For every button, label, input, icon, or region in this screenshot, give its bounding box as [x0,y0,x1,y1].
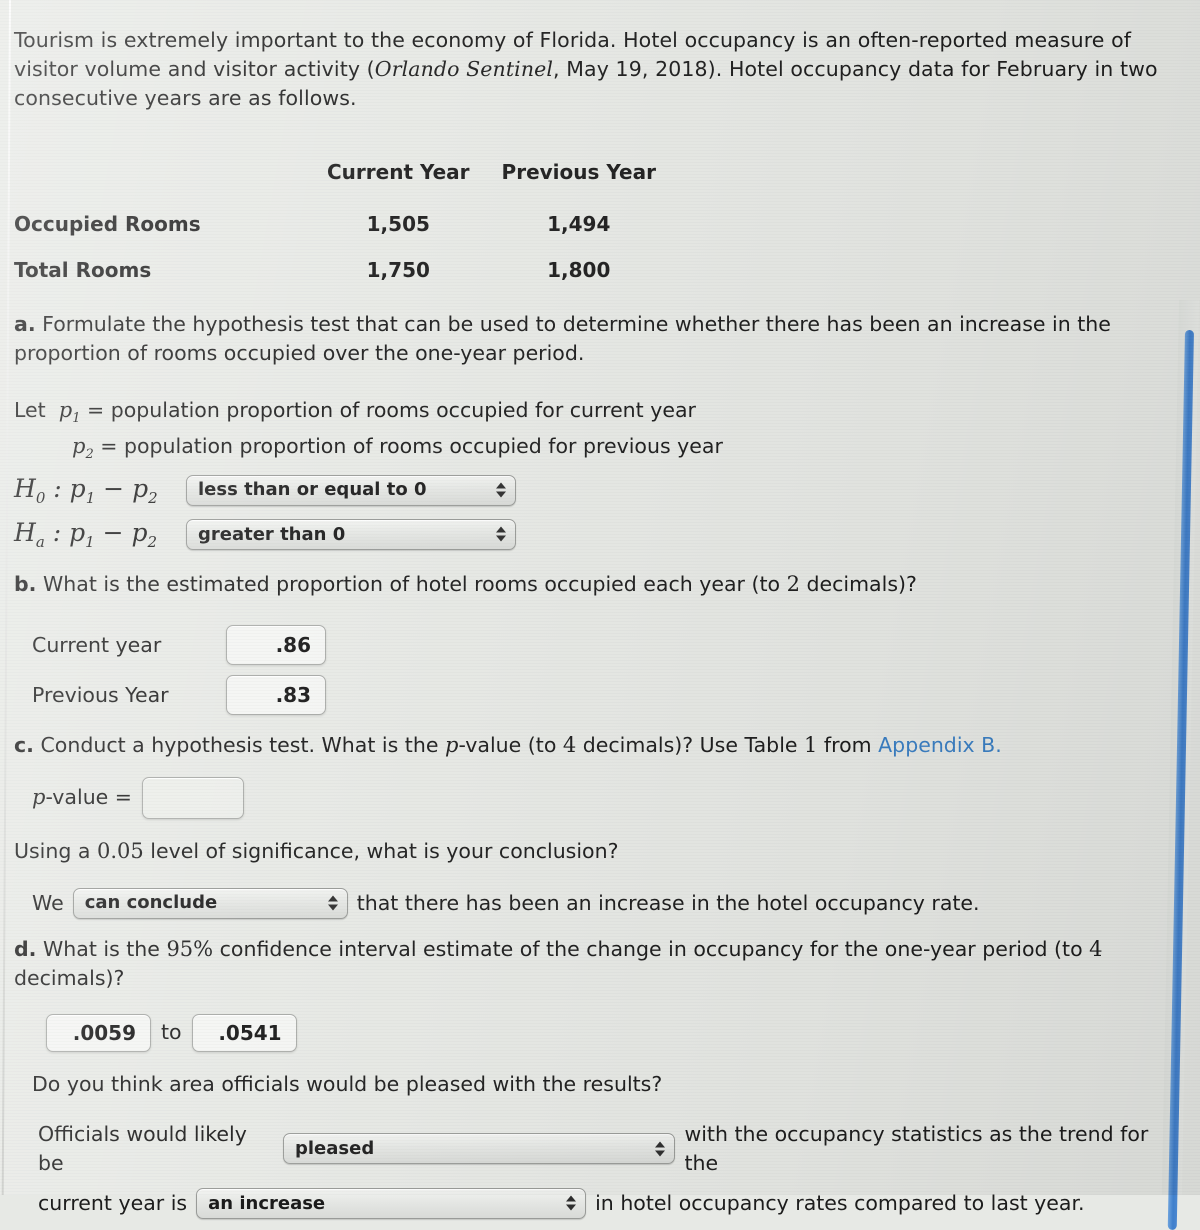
ha-select[interactable]: greater than 0 [186,518,516,550]
h0-select[interactable]: less than or equal to 0 [186,474,516,506]
part-c-text-4: from [817,733,879,758]
part-a-question: a. Formulate the hypothesis test that ca… [14,310,1178,368]
confidence-level: 95% [166,936,214,961]
officials-select-value: pleased [294,1137,375,1159]
current-year-row: Current year .86 [14,625,1178,666]
chevron-updown-icon [496,482,506,498]
question-page: Tourism is extremely important to the ec… [0,0,1200,1219]
table-row: Total Rooms 1,750 1,800 [14,247,672,293]
conclusion-select[interactable]: can conclude [72,887,348,919]
let-word: Let [14,397,46,422]
occupied-rooms-previous: 1,494 [547,211,611,236]
current-year-label: Current year [32,632,162,657]
p2-definition-line: p2 = population proportion of rooms occu… [14,432,1178,465]
ha-label: Ha : p1 − p2 [14,518,158,552]
previous-year-input[interactable]: .83 [226,675,326,716]
significance-after: level of significance, what is your conc… [143,839,619,864]
part-a-marker: a. [14,311,36,336]
trend-row: current year is an increase in hotel occ… [14,1187,1178,1219]
chevron-updown-icon [496,526,506,542]
part-c-decimals: 4 [562,733,577,758]
row-label-occupied-rooms: Occupied Rooms [14,211,201,236]
officials-pre-text: Officials would likely be [38,1121,247,1175]
ha-select-value: greater than 0 [198,523,346,545]
confidence-interval-row: .0059 to .0541 [14,1013,1178,1052]
part-d-text-middle: confidence interval estimate of the chan… [213,936,1090,961]
officials-select[interactable]: pleased [282,1133,676,1165]
chevron-updown-icon [655,1141,666,1157]
part-c-question: c. Conduct a hypothesis test. What is th… [14,731,1178,761]
table-header-current-year: Current Year [327,160,470,185]
table-header-previous-year: Previous Year [501,160,656,185]
table-header-row: Current Year Previous Year [14,149,672,200]
part-d-marker: d. [14,936,37,961]
part-c-text-3: decimals)? Use Table [576,733,805,758]
p2-symbol: p2 [72,434,94,463]
current-year-input[interactable]: .86 [226,625,326,666]
alternative-hypothesis-row: Ha : p1 − p2 greater than 0 [14,515,1178,553]
part-d-question: d. What is the 95% confidence interval e… [14,935,1178,994]
trend-post-text: in hotel occupancy rates compared to las… [595,1190,1085,1215]
previous-year-row: Previous Year .83 [14,675,1178,716]
part-d-text-after: decimals)? [14,966,125,991]
occupied-rooms-current: 1,505 [366,211,430,236]
previous-year-label: Previous Year [32,682,169,707]
we-word: We [32,890,64,915]
significance-level: 0.05 [96,839,144,864]
part-b-answers: Current year .86 Previous Year .83 [14,625,1178,716]
ci-to-label: to [161,1020,182,1045]
ci-lower-input[interactable]: .0059 [46,1013,151,1052]
pvalue-p-symbol: p [32,785,46,810]
pvalue-label-text: -value = [45,785,132,810]
part-c-marker: c. [14,733,34,758]
chevron-updown-icon [327,895,338,911]
total-rooms-current: 1,750 [366,258,430,283]
p2-definition: = population proportion of rooms occupie… [100,434,723,459]
part-b-text-before: What is the estimated proportion of hote… [43,571,787,596]
p1-definition-line: Let p1 = population proportion of rooms … [14,396,1178,429]
significance-before: Using a [14,839,97,864]
part-c-text-2: -value (to [458,733,563,758]
ci-upper-input[interactable]: .0541 [191,1013,297,1052]
part-c-text-1: Conduct a hypothesis test. What is the [40,733,445,758]
definitions-block: Let p1 = population proportion of rooms … [14,396,1178,465]
trend-select[interactable]: an increase [196,1187,587,1219]
conclusion-select-value: can conclude [84,892,218,914]
part-a-text: Formulate the hypothesis test that can b… [14,311,1111,365]
conclusion-after-text: that there has been an increase in the h… [356,890,980,915]
part-b-decimals: 2 [786,571,800,596]
occupancy-data-table: Current Year Previous Year Occupied Room… [14,149,672,293]
significance-line: Using a 0.05 level of significance, what… [14,837,1178,867]
p-italic-symbol: p [444,733,459,758]
p1-definition: = population proportion of rooms occupie… [87,397,696,422]
part-d-decimals: 4 [1089,936,1103,961]
h0-select-value: less than or equal to 0 [198,479,427,501]
h0-label: H0 : p1 − p2 [14,474,158,508]
table-number: 1 [804,733,818,758]
officials-pleased-row: Officials would likely be pleased with t… [14,1120,1178,1178]
source-publication: Orlando Sentinel [374,57,554,82]
total-rooms-previous: 1,800 [547,258,611,283]
intro-paragraph: Tourism is extremely important to the ec… [14,26,1178,113]
chevron-updown-icon [566,1195,577,1211]
trend-pre-text: current year is [38,1190,188,1215]
row-label-total-rooms: Total Rooms [14,258,152,283]
conclusion-row: We can conclude that there has been an i… [14,887,1178,919]
pvalue-input[interactable] [142,777,244,820]
part-b-question: b. What is the estimated proportion of h… [14,570,1178,600]
officials-post-text: with the occupancy statistics as the tre… [684,1121,1149,1175]
null-hypothesis-row: H0 : p1 − p2 less than or equal to 0 [14,471,1178,509]
part-b-marker: b. [14,571,37,596]
officials-question: Do you think area officials would be ple… [32,1071,663,1096]
appendix-b-link[interactable]: Appendix B. [878,733,1002,757]
part-b-text-after: decimals)? [799,571,917,596]
trend-select-value: an increase [208,1192,326,1214]
pvalue-label: p-value = [32,783,132,813]
p1-symbol: p1 [58,397,81,426]
table-header-blank [14,149,311,200]
table-row: Occupied Rooms 1,505 1,494 [14,201,672,247]
part-d-text-before: What is the [43,936,167,961]
pvalue-row: p-value = [14,777,1178,820]
